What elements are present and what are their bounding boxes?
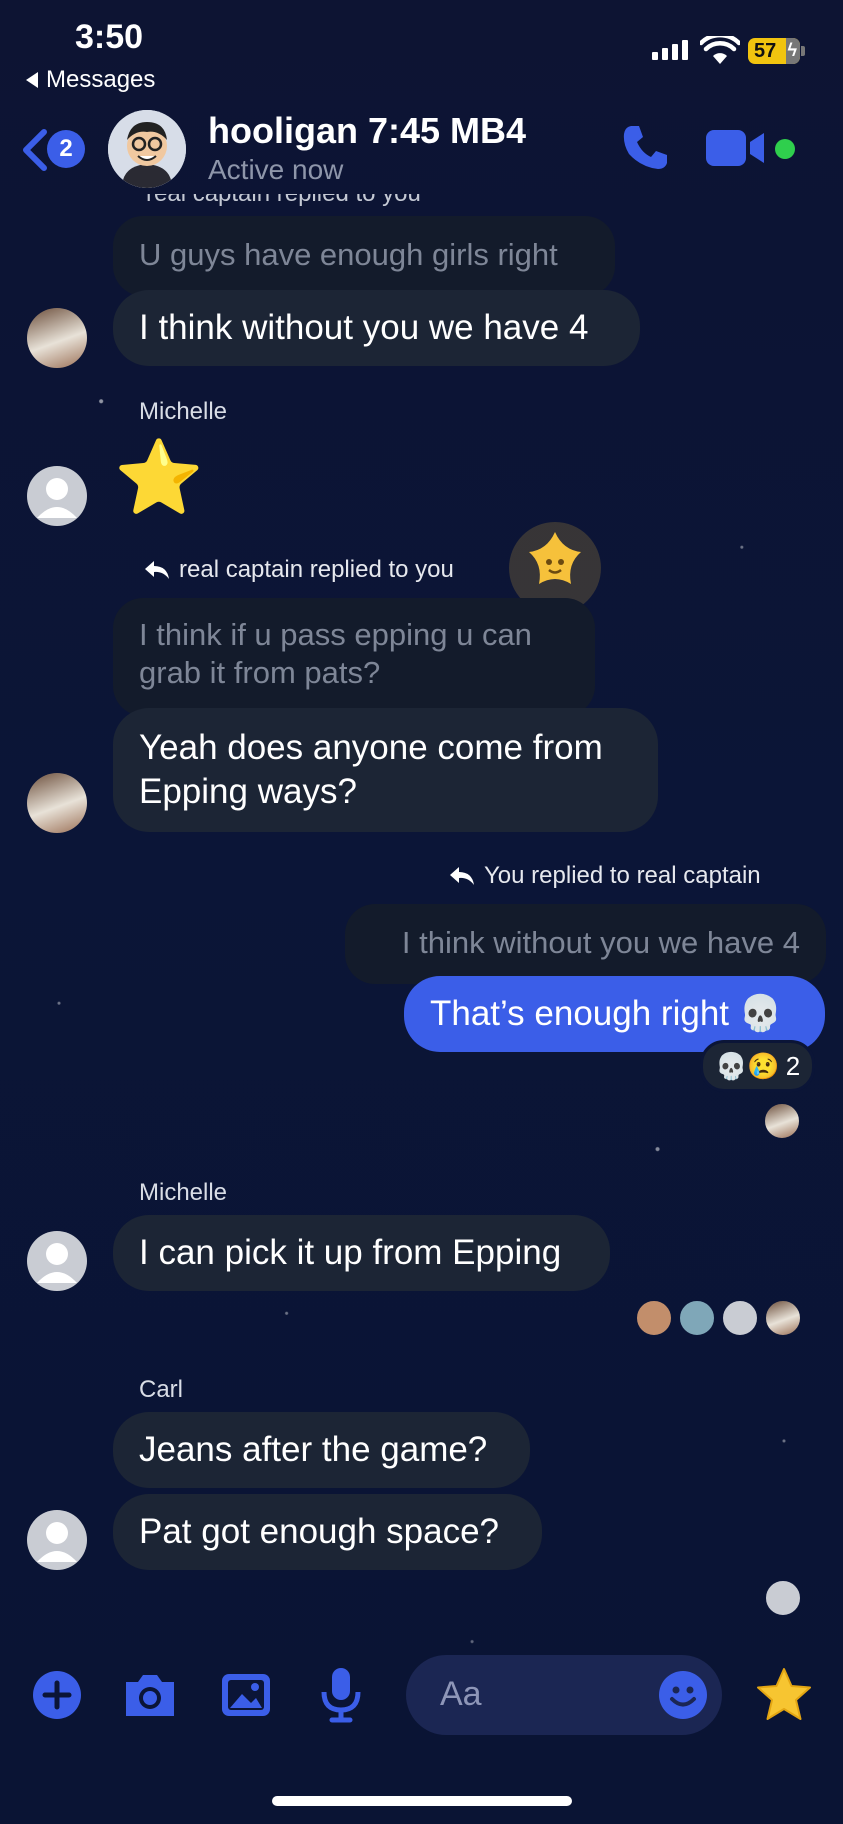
default-person-icon <box>37 1522 77 1562</box>
avatar[interactable] <box>27 1510 87 1570</box>
message-text-line: Epping ways? <box>139 772 357 811</box>
reply-arrow-icon <box>450 867 474 885</box>
group-avatar[interactable] <box>108 110 186 188</box>
message-text-line: Yeah does anyone come from <box>139 728 603 767</box>
home-indicator <box>272 1796 572 1806</box>
unread-badge[interactable]: 2 <box>47 130 85 168</box>
my-quoted-text: I think without you we have 4 <box>401 925 800 960</box>
conversation-title[interactable]: hooligan 7:45 MB4 <box>208 110 526 152</box>
quoted-text: U guys have enough girls right <box>139 237 558 272</box>
message-bubble[interactable]: I think without you we have 4 <box>113 290 640 366</box>
reply-note: real captain replied to you <box>143 556 454 584</box>
back-chevron-icon[interactable] <box>18 128 50 172</box>
quoted-text-line: grab it from pats? <box>139 655 381 690</box>
message-text: I think without you we have 4 <box>139 308 589 347</box>
message-text: I can pick it up from Epping <box>139 1233 562 1272</box>
my-reply-note-text: You replied to real captain <box>484 862 761 889</box>
battery-nub <box>801 46 805 56</box>
reply-arrow-icon <box>145 561 169 579</box>
default-person-icon <box>37 478 77 518</box>
message-bubble[interactable]: Yeah does anyone come from Epping ways? <box>113 708 658 832</box>
avatar[interactable] <box>27 1231 87 1291</box>
back-app-label: Messages <box>46 66 156 93</box>
signal-icon <box>652 40 688 60</box>
quoted-message[interactable]: I think if u pass epping u can grab it f… <box>113 598 595 716</box>
status-time: 3:50 <box>75 18 144 56</box>
cartoon-face-icon <box>108 110 186 188</box>
plus-icon[interactable] <box>32 1670 82 1720</box>
star-icon[interactable] <box>754 1666 814 1724</box>
my-quoted-message[interactable]: I think without you we have 4 <box>345 904 826 984</box>
battery-indicator: 57 ϟ <box>748 38 800 64</box>
wifi-icon <box>700 36 740 64</box>
read-receipt-avatar <box>722 1300 758 1336</box>
my-reply-note: You replied to real captain <box>448 862 761 890</box>
back-to-app-link[interactable]: Messages <box>26 66 155 94</box>
mic-icon[interactable] <box>318 1666 364 1724</box>
read-receipt-avatar <box>764 1103 800 1139</box>
message-bubble[interactable]: Pat got enough space? <box>113 1494 542 1570</box>
message-bubble[interactable]: I can pick it up from Epping <box>113 1215 610 1291</box>
read-receipt-avatar <box>765 1300 801 1336</box>
quoted-message[interactable]: U guys have enough girls right <box>113 216 615 296</box>
default-person-icon <box>37 1243 77 1283</box>
read-receipt-avatar <box>765 1580 801 1616</box>
sender-name: Carl <box>139 1376 184 1403</box>
charging-bolt-icon: ϟ <box>787 40 797 60</box>
message-text: Pat got enough space? <box>139 1512 500 1551</box>
avatar[interactable] <box>27 308 87 368</box>
reaction-pill[interactable]: 💀😢 2 <box>700 1040 816 1092</box>
active-status: Active now <box>208 154 344 185</box>
battery-level: 57 <box>754 39 777 62</box>
read-receipt-avatar <box>636 1300 672 1336</box>
message-input-placeholder: Aa <box>440 1675 482 1713</box>
reaction-count: 2 <box>785 1050 801 1081</box>
back-triangle-icon <box>26 72 38 88</box>
sender-name: Michelle <box>139 1179 228 1206</box>
video-icon[interactable] <box>706 128 766 168</box>
phone-icon[interactable] <box>620 122 670 172</box>
read-receipt-avatar <box>679 1300 715 1336</box>
online-indicator <box>775 139 795 159</box>
camera-icon[interactable] <box>122 1670 178 1720</box>
star-emoji-message[interactable]: ⭐ <box>114 438 204 518</box>
reply-note-text: real captain replied to you <box>179 556 454 583</box>
sender-name: Michelle <box>139 398 228 425</box>
avatar[interactable] <box>27 773 87 833</box>
my-message-text: That’s enough right 💀 <box>430 994 783 1033</box>
message-bubble[interactable]: Jeans after the game? <box>113 1412 530 1488</box>
reaction-emojis: 💀😢 <box>715 1050 780 1081</box>
quoted-text-line: I think if u pass epping u can <box>139 617 532 652</box>
avatar[interactable] <box>27 466 87 526</box>
emoji-icon[interactable] <box>658 1670 708 1720</box>
image-icon[interactable] <box>220 1670 272 1720</box>
message-text: Jeans after the game? <box>139 1430 488 1469</box>
